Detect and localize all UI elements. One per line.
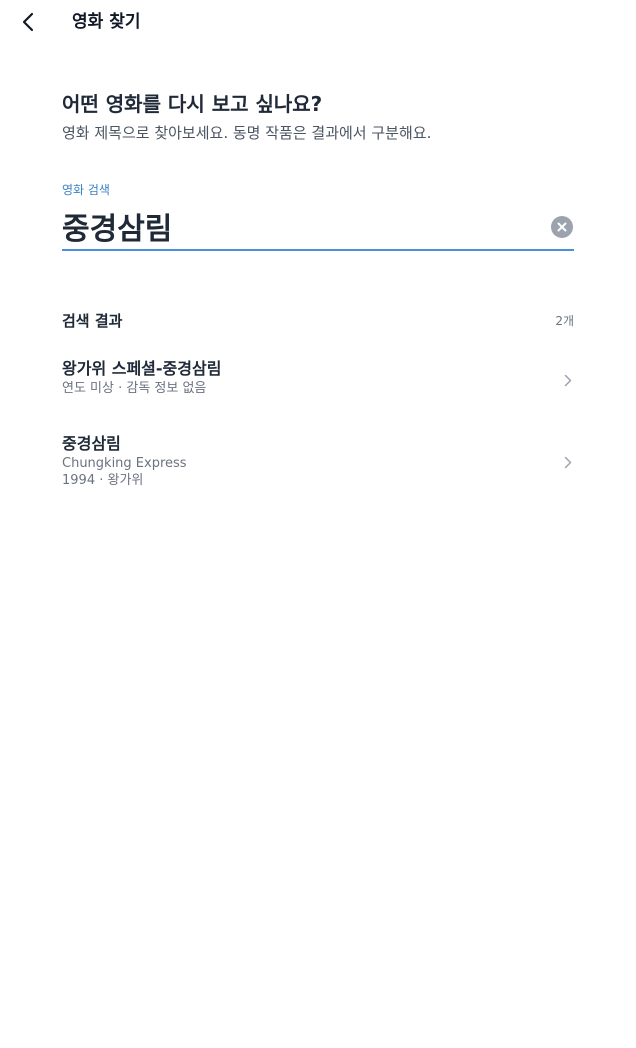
chevron-right-icon	[562, 455, 574, 469]
results-header: 검색 결과 2개	[62, 310, 574, 332]
result-item[interactable]: 왕가위 스페셜-중경삼림 연도 미상 · 감독 정보 없음	[62, 358, 574, 402]
page-title: 어떤 영화를 다시 보고 싶나요?	[62, 92, 323, 116]
search-field	[62, 203, 574, 251]
close-circle-icon	[557, 222, 567, 232]
search-label: 영화 검색	[62, 183, 110, 197]
result-item[interactable]: 중경삼림 Chungking Express 1994 · 왕가위	[62, 433, 574, 491]
results-title: 검색 결과	[62, 312, 123, 330]
result-title: 왕가위 스페셜-중경삼림	[62, 359, 222, 378]
result-title: 중경삼림	[62, 434, 121, 453]
app-header: 영화 찾기	[0, 0, 636, 46]
result-meta: 연도 미상 · 감독 정보 없음	[62, 381, 207, 396]
chevron-left-icon	[22, 12, 34, 32]
page-subtitle: 영화 제목으로 찾아보세요. 동명 작품은 결과에서 구분해요.	[62, 124, 432, 142]
search-block: 영화 검색	[62, 182, 574, 251]
intro-section: 어떤 영화를 다시 보고 싶나요? 영화 제목으로 찾아보세요. 동명 작품은 …	[62, 90, 582, 143]
results-count: 2개	[555, 314, 574, 328]
result-meta: 1994 · 왕가위	[62, 473, 144, 488]
chevron-right-icon	[562, 373, 574, 387]
search-input[interactable]	[62, 207, 532, 245]
header-title: 영화 찾기	[72, 12, 141, 32]
back-button[interactable]	[12, 8, 44, 36]
result-subtitle: Chungking Express	[62, 456, 187, 471]
clear-search-button[interactable]	[551, 216, 573, 238]
